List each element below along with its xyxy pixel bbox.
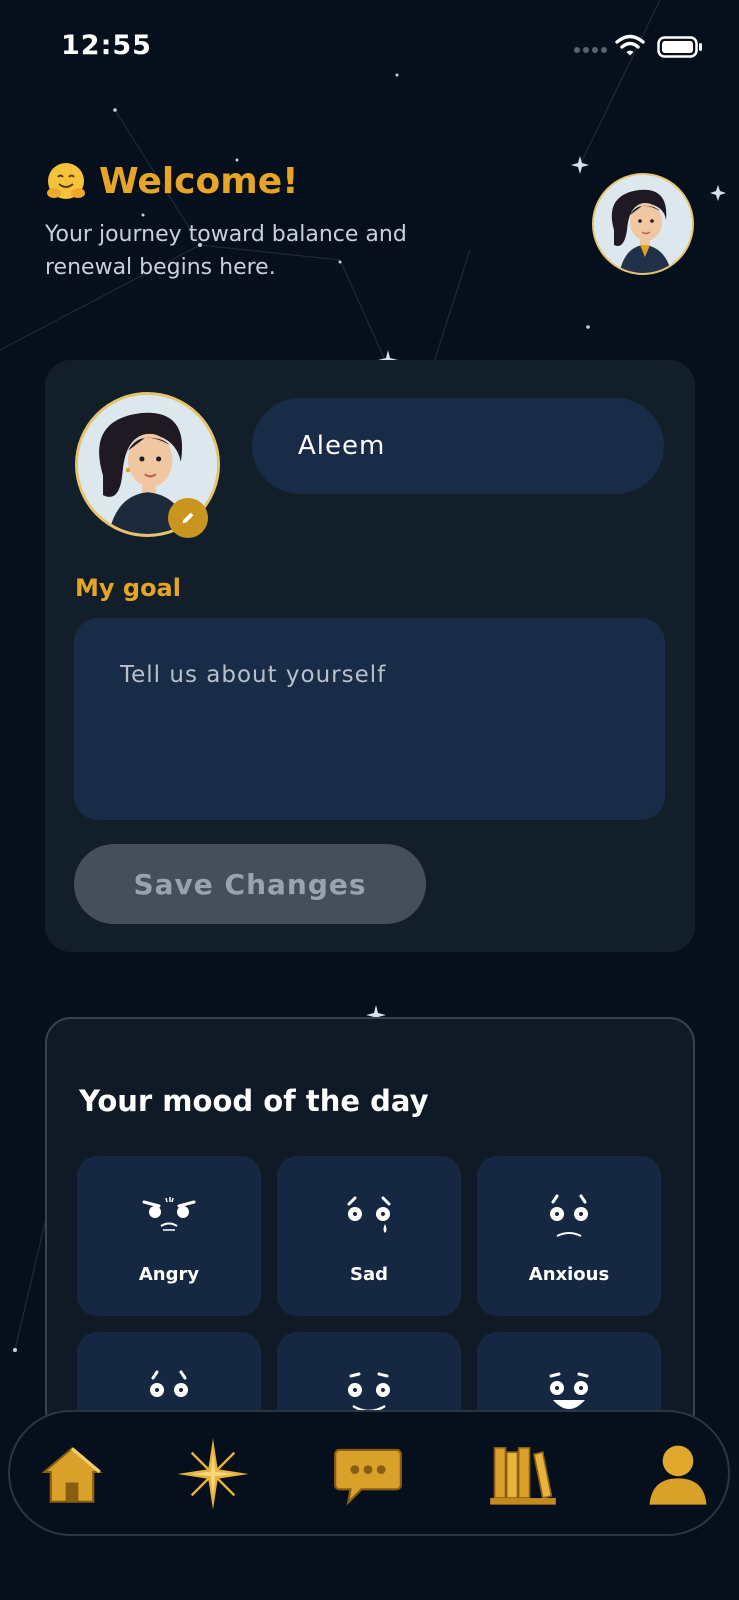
mood-title: Your mood of the day (79, 1084, 429, 1118)
wifi-icon (615, 34, 645, 56)
status-bar: 12:55 (0, 0, 739, 96)
goal-label: My goal (75, 574, 181, 602)
mood-tile-anxious[interactable]: Anxious (477, 1156, 661, 1316)
mood-tile-angry[interactable]: Angry (77, 1156, 261, 1316)
mood-label: Angry (138, 1264, 200, 1285)
mood-label: Sad (350, 1264, 388, 1285)
chat-icon (334, 1448, 402, 1506)
battery-icon (657, 36, 702, 58)
welcome-header: Welcome! Your journey toward balance and… (45, 160, 605, 284)
books-icon (490, 1446, 556, 1505)
mood-tile-sad[interactable]: Sad (277, 1156, 461, 1316)
cellular-signal-icon (574, 47, 607, 53)
header-avatar[interactable] (592, 173, 694, 275)
name-input[interactable] (252, 398, 664, 494)
save-changes-button[interactable]: Save Changes (74, 844, 426, 924)
mood-label: Anxious (528, 1264, 610, 1285)
edit-avatar-button[interactable] (168, 498, 208, 538)
pencil-icon (182, 512, 194, 524)
welcome-title: Welcome! (99, 160, 299, 202)
anxious-face-icon (550, 1194, 588, 1237)
home-icon (41, 1447, 103, 1503)
nav-item-library[interactable] (483, 1434, 563, 1514)
profile-icon (649, 1445, 707, 1505)
mood-card: Your mood of the day Angry Sad Anxious (45, 1017, 695, 1437)
star-icon (177, 1438, 249, 1510)
angry-face-icon (142, 1197, 196, 1231)
sad-face-icon (347, 1196, 391, 1233)
welcome-subtitle: Your journey toward balance and renewal … (45, 222, 407, 280)
nav-item-chat[interactable] (328, 1434, 408, 1514)
nav-item-explore[interactable] (173, 1434, 253, 1514)
bottom-nav-bar (8, 1410, 730, 1536)
status-time: 12:55 (61, 30, 152, 61)
woman-avatar-icon (594, 175, 692, 273)
profile-card: My goal Save Changes (45, 360, 695, 952)
mood-grid: Angry Sad Anxious (77, 1156, 667, 1435)
hugging-face-icon (47, 163, 85, 199)
nav-item-profile[interactable] (638, 1434, 718, 1514)
goal-textarea[interactable] (74, 618, 665, 820)
nav-item-home[interactable] (32, 1434, 112, 1514)
